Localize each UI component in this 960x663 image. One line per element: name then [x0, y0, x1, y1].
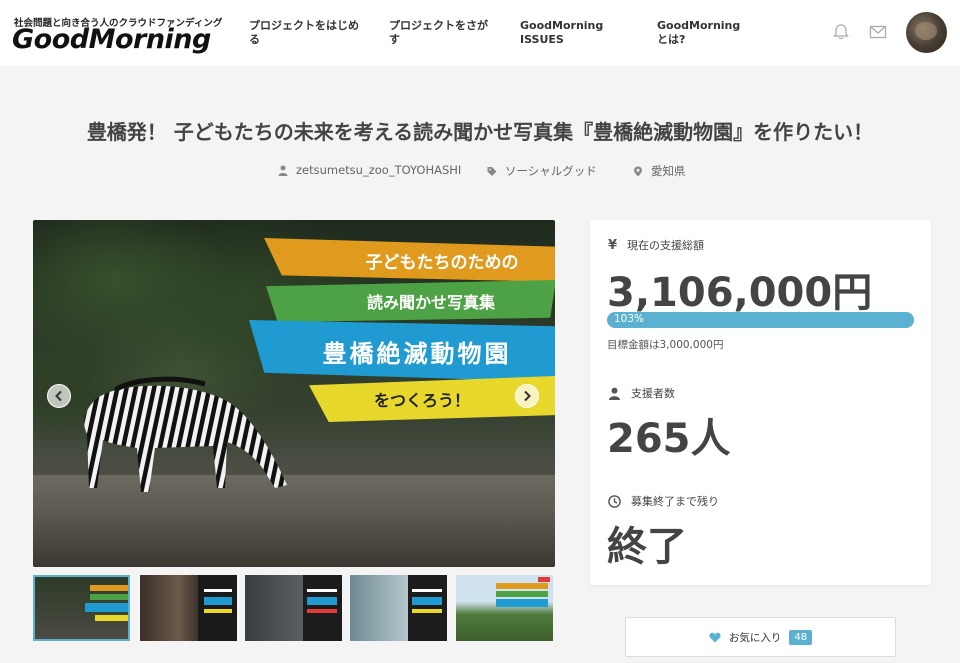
carousel-thumbnail-3[interactable]: [245, 575, 342, 641]
chevron-right-icon: [524, 390, 531, 402]
bell-icon[interactable]: [831, 22, 851, 42]
hero-image: 子どもたちのための 読み聞かせ写真集 豊橋絶滅動物園 をつくろう！: [33, 220, 555, 567]
nav-about[interactable]: GoodMorningとは?: [657, 19, 747, 47]
yen-icon: ¥: [608, 237, 618, 253]
nav-find-project[interactable]: プロジェクトをさがす: [389, 19, 489, 47]
mail-icon[interactable]: [868, 22, 888, 42]
remaining-label-text: 募集終了まで残り: [631, 495, 719, 508]
favorite-button[interactable]: お気に入り 48: [625, 617, 896, 657]
site-header: 社会問題と向き合う人のクラウドファンディング GoodMorning プロジェク…: [0, 0, 960, 66]
nav-issues[interactable]: GoodMorning ISSUES: [520, 19, 620, 47]
backers-label-text: 支援者数: [631, 387, 675, 400]
carousel-prev-button[interactable]: [47, 384, 71, 408]
favorite-count-badge: 48: [789, 629, 813, 645]
carousel-next-button[interactable]: [515, 384, 539, 408]
carousel-thumbnail-1[interactable]: [33, 575, 130, 641]
funding-progress-bar: 103%: [607, 312, 914, 328]
user-icon: [609, 387, 620, 400]
location-name: 愛知県: [651, 164, 686, 178]
backers-value: 265人: [607, 416, 731, 462]
hero-banner-2: 読み聞かせ写真集: [266, 280, 555, 322]
project-location[interactable]: 愛知県: [633, 163, 686, 179]
project-author[interactable]: zetsumetsu_zoo_TOYOHASHI: [278, 163, 461, 177]
heart-icon: [709, 632, 721, 642]
remaining-value: 終了: [607, 524, 687, 570]
total-funding-label: ¥ 現在の支援総額: [608, 237, 704, 253]
total-funding-value: 3,106,000円: [607, 270, 873, 316]
funding-stats-card: ¥ 現在の支援総額 3,106,000円 103% 目標金額は3,000,000…: [590, 220, 931, 585]
project-title: 豊橋発！ 子どもたちの未来を考える読み聞かせ写真集『豊橋絶滅動物園』を作りたい！: [86, 120, 874, 144]
author-name: zetsumetsu_zoo_TOYOHASHI: [296, 163, 462, 177]
remaining-label: 募集終了まで残り: [608, 493, 719, 509]
carousel-thumbnail-5[interactable]: [456, 575, 553, 641]
backers-label: 支援者数: [608, 385, 675, 401]
nav-start-project[interactable]: プロジェクトをはじめる: [249, 19, 359, 47]
logo[interactable]: GoodMorning: [12, 24, 211, 55]
map-pin-icon: [634, 166, 642, 176]
tag-icon: [487, 166, 497, 176]
clock-icon: [608, 494, 621, 508]
category-name: ソーシャルグッド: [505, 164, 597, 178]
hero-banner-3: 豊橋絶滅動物園: [249, 320, 555, 382]
favorite-label: お気に入り: [728, 631, 782, 644]
user-avatar[interactable]: [906, 12, 947, 53]
target-amount: 目標金額は3,000,000円: [607, 339, 724, 351]
carousel-thumbnail-4[interactable]: [350, 575, 447, 641]
zebra-illustration: [84, 376, 287, 492]
user-icon: [278, 165, 288, 176]
chevron-left-icon: [55, 390, 62, 402]
total-funding-label-text: 現在の支援総額: [627, 239, 705, 252]
project-category[interactable]: ソーシャルグッド: [487, 163, 597, 179]
carousel-thumbnail-2[interactable]: [140, 575, 237, 641]
funding-progress-text: 103%: [614, 313, 645, 325]
